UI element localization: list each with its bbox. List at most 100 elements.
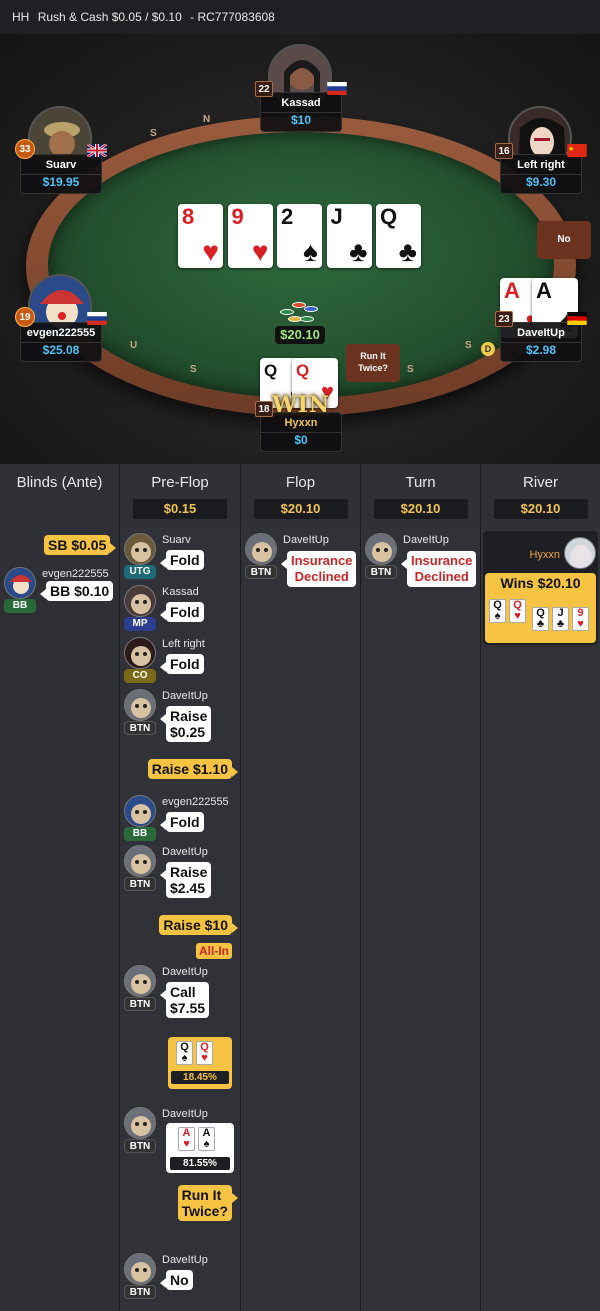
equity-percent: 81.55% — [170, 1157, 230, 1170]
hand-history-grid: Blinds (Ante) Pre-Flop $0.15 Flop $20.10… — [0, 464, 600, 1311]
avatar — [245, 533, 277, 565]
position-badge: BTN — [124, 997, 156, 1011]
avatar — [564, 537, 596, 569]
seat-kassad[interactable]: 22 Kassad $10 — [255, 44, 347, 132]
winner-panel: Hyxxn Wins $20.10 Q ♠ Q ♥ Q ♣ J ♣ 9 ♥ — [483, 531, 598, 645]
player-name: evgen222555 — [42, 568, 109, 580]
position-badge: BB — [124, 827, 156, 841]
player-name: DaveItUp — [283, 534, 329, 546]
wins-box: Wins $20.10 Q ♠ Q ♥ Q ♣ J ♣ 9 ♥ — [485, 573, 596, 643]
russia-flag-icon — [327, 82, 347, 95]
column-preflop: UTG Suarv Fold MP Kassad Fold CO Left right Fold… — [120, 525, 241, 1311]
player-name: Left right — [517, 159, 565, 171]
rail-letter: S — [190, 364, 197, 375]
card-suit-icon: ♣ — [398, 236, 417, 267]
column-title: Pre-Flop — [151, 474, 209, 491]
win-badge: WIN — [271, 392, 331, 418]
hero-action-bubble: Run It Twice? — [177, 1185, 239, 1221]
level-badge: 16 — [495, 143, 513, 159]
wins-amount: Wins $20.10 — [500, 575, 581, 591]
seat-suarv[interactable]: 33 Suarv $19.95 — [15, 106, 107, 194]
column-header-river: River $20.10 — [481, 464, 600, 524]
card-rank: Q — [296, 361, 310, 380]
column-title: Blinds (Ante) — [16, 474, 103, 491]
avatar — [124, 689, 156, 721]
level-badge: 23 — [495, 311, 513, 327]
header-prefix: HH — [12, 10, 30, 24]
card-suit-icon: ♥ — [514, 610, 521, 622]
card-rank: A — [536, 278, 552, 303]
player-name: evgen222555 — [162, 796, 229, 808]
avatar — [124, 533, 156, 565]
avatar — [124, 965, 156, 997]
mini-playing-card: 9 ♥ — [572, 607, 589, 631]
hero-action-bubble: Raise $1.10 — [147, 759, 239, 779]
hero-action-bubble: Raise $10 — [159, 915, 238, 935]
action-bubble: Call $7.55 — [159, 982, 210, 1018]
player-stack: $10 — [261, 112, 341, 128]
poker-table: S N U S S S $20.10 22 Kassad $10 33 Suar… — [0, 34, 600, 464]
winner-name: Hyxxn — [529, 549, 560, 561]
card-suit-icon: ♥ — [201, 1052, 208, 1064]
equity-percent: 18.45% — [171, 1071, 229, 1084]
player-stack: $0 — [261, 432, 341, 448]
player-plate: 16 Left right $9.30 — [495, 143, 587, 194]
avatar — [124, 637, 156, 669]
rail-letter: S — [407, 364, 414, 375]
column-blinds: SB $0.05 BB evgen222555 BB $0.10 — [0, 525, 120, 1311]
no-button[interactable]: No — [537, 221, 591, 259]
player-name: Suarv — [45, 159, 77, 171]
mini-playing-card: Q ♠ — [176, 1041, 193, 1065]
level-badge: 19 — [15, 307, 35, 327]
playing-card: 2 ♠ — [277, 204, 322, 268]
mini-playing-card: J ♣ — [552, 607, 569, 631]
player-plate: 19 evgen222555 $25.08 — [15, 307, 107, 362]
player-name: DaveItUp — [162, 966, 208, 978]
playing-card: 8 ♥ — [178, 204, 223, 268]
card-rank: A — [504, 278, 520, 303]
player-name: DaveItUp — [162, 690, 208, 702]
action-bubble: Raise $2.45 — [159, 862, 212, 898]
rail-letter: U — [130, 340, 138, 351]
position-badge: BB — [4, 599, 36, 613]
column-flop: BTN DaveItUp Insurance Declined — [241, 525, 361, 1311]
card-rank: J — [330, 204, 343, 229]
column-header-blinds: Blinds (Ante) — [0, 464, 120, 524]
playing-card: 9 ♥ — [227, 204, 273, 268]
position-badge: BTN — [124, 1285, 156, 1299]
column-header-flop: Flop $20.10 — [241, 464, 361, 524]
avatar — [124, 1107, 156, 1139]
card-suit-icon: ♥ — [577, 618, 584, 630]
card-suit-icon: ♣ — [349, 236, 368, 267]
column-title: Turn — [405, 474, 436, 491]
player-name: DaveItUp — [517, 327, 565, 339]
all-in-badge: All-In — [196, 943, 232, 959]
seat-daveitup[interactable]: A♥A♠ 23 DaveItUp $2.98 — [495, 274, 587, 362]
card-suit-icon: ♥ — [202, 236, 219, 267]
player-name: DaveItUp — [162, 1254, 208, 1266]
seat-evgen222555[interactable]: 19 evgen222555 $25.08 — [15, 274, 107, 362]
card-suit-icon: ♠ — [303, 236, 318, 267]
card-rank: Q — [380, 204, 398, 229]
position-badge: MP — [124, 617, 156, 631]
card-rank: 8 — [182, 204, 195, 229]
column-river: Hyxxn Wins $20.10 Q ♠ Q ♥ Q ♣ J ♣ 9 ♥ — [481, 525, 600, 1311]
player-plate: 18 Hyxxn $0 — [255, 401, 342, 452]
player-name: evgen222555 — [26, 327, 96, 339]
player-name: Left right — [162, 638, 205, 650]
player-name: Hyxxn — [284, 417, 318, 429]
column-pot: $20.10 — [493, 499, 588, 519]
uk-flag-icon — [87, 144, 107, 157]
action-bubble: Fold — [160, 550, 204, 570]
run-it-twice-button[interactable]: Run It Twice? — [346, 344, 400, 382]
action-bubble: Fold — [160, 654, 204, 674]
sb-bubble: SB $0.05 — [44, 535, 117, 555]
player-name: DaveItUp — [162, 846, 208, 858]
header-game: Rush & Cash $0.05 / $0.10 — [37, 10, 182, 24]
player-stack: $19.95 — [21, 174, 101, 190]
card-suit-icon: ♣ — [536, 618, 545, 630]
card-suit-icon: ♠ — [494, 610, 501, 622]
card-suit-icon: ♥ — [251, 236, 269, 267]
position-badge: BTN — [124, 721, 156, 735]
seat-left-right[interactable]: 16 Left right $9.30 — [495, 106, 587, 194]
